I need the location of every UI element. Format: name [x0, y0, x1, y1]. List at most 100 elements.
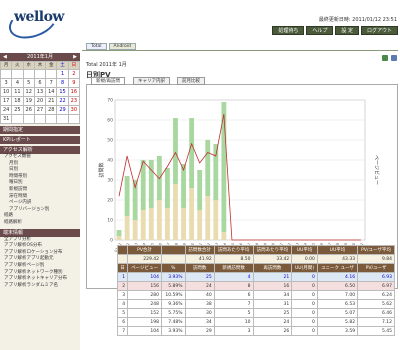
calendar-day[interactable]: 21: [45, 96, 58, 106]
sidebar-item[interactable]: アプリ解析OS分布: [0, 243, 80, 250]
table-cell: 0: [291, 299, 318, 309]
table-row: 5 152 5.75% 30 5 25 0 5.07 6.46: [116, 308, 395, 318]
sidebar-item[interactable]: 新規訪問: [0, 187, 80, 194]
calendar-day[interactable]: 27: [33, 105, 47, 115]
table-cell: 新規訪問数: [213, 263, 254, 273]
calendar-day[interactable]: 4: [11, 78, 24, 88]
sidebar-item[interactable]: 経路: [0, 213, 80, 220]
calendar-day[interactable]: 10: [0, 87, 13, 97]
logout-button[interactable]: ログアウト: [360, 26, 398, 35]
table-row: 2 156 5.89% 24 8 16 0 6.50 6.97: [116, 281, 395, 291]
calendar-day[interactable]: 14: [45, 87, 58, 97]
calendar-day[interactable]: 26: [22, 105, 35, 115]
sidebar-item[interactable]: アプリ解析アプリ起動元: [0, 256, 80, 263]
table-cell: PV合計: [127, 245, 162, 255]
y-tick-label: 30: [107, 178, 113, 184]
calendar-day[interactable]: 18: [11, 96, 24, 106]
chart-tab-prev-month[interactable]: 前月比較: [177, 77, 205, 85]
settings-button[interactable]: 設 定: [335, 26, 359, 35]
calendar-dow: 火: [11, 61, 24, 70]
calendar-day[interactable]: 15: [56, 87, 69, 97]
table-cell: 30: [184, 308, 215, 318]
pending-button[interactable]: 処理待ち: [272, 26, 305, 35]
table-cell: 156: [127, 281, 162, 291]
sidebar-section-title[interactable]: アクセス解析: [0, 146, 80, 154]
calendar-day[interactable]: 24: [0, 105, 13, 115]
sidebar-item[interactable]: アプリ解析ページ別: [0, 263, 80, 270]
sidebar-item[interactable]: 曜日別: [0, 180, 80, 187]
table-cell: 5: [116, 308, 129, 318]
tab-android[interactable]: Android: [108, 43, 136, 50]
sidebar-item[interactable]: アプリ解析ランダムミア名: [0, 283, 80, 290]
table-cell: 40: [184, 290, 215, 300]
table-cell: PV/ユーザ: [357, 263, 395, 273]
table-cell: 280: [127, 290, 162, 300]
calendar-day[interactable]: 23: [67, 96, 81, 106]
table-cell: 6: [213, 290, 254, 300]
bar-returning: [116, 236, 122, 240]
table-cell: 1: [116, 272, 129, 282]
calendar-day[interactable]: 28: [45, 105, 58, 115]
calendar-dow: 日: [67, 61, 81, 70]
calendar-day[interactable]: 17: [0, 96, 13, 106]
calendar-day[interactable]: 6: [33, 78, 47, 88]
table-cell: 7: [213, 299, 254, 309]
next-month-icon[interactable]: ▶: [73, 54, 77, 60]
calendar-day[interactable]: 11: [11, 87, 24, 97]
table-cell: 248: [127, 299, 162, 309]
stats-table: PV合計 訪問数合計 訪問あたり平均 訪問あたり平均 UU平均 UU平均 PV/ユーザ平均 2…: [116, 245, 395, 336]
calendar-day[interactable]: 2: [67, 69, 81, 79]
sidebar-item[interactable]: アクセス数値: [0, 154, 80, 161]
table-cell: 0: [291, 272, 318, 282]
chart-tab-carrier[interactable]: キャリア内訳: [133, 77, 170, 85]
sidebar-item[interactable]: 経路解析: [0, 220, 80, 227]
table-cell: [116, 245, 129, 255]
calendar-day: [56, 114, 69, 124]
calendar-day[interactable]: 29: [56, 105, 69, 115]
calendar-day[interactable]: 31: [0, 114, 13, 124]
calendar-day[interactable]: 19: [22, 96, 35, 106]
calendar-day: [0, 69, 13, 79]
table-cell: 21: [252, 272, 293, 282]
bar-returning: [140, 210, 146, 240]
calendar-day[interactable]: 12: [22, 87, 35, 97]
table-row: 4 248 9.36% 38 7 31 0 6.53 5.62: [116, 299, 395, 309]
bar-new: [197, 170, 203, 210]
tab-total[interactable]: Total: [86, 43, 107, 50]
prev-month-icon[interactable]: ◀: [3, 54, 7, 60]
csv-download-icon[interactable]: [382, 55, 388, 61]
help-button[interactable]: ヘルプ: [306, 26, 334, 35]
calendar-day[interactable]: 9: [67, 78, 81, 88]
table-row: 7 104 3.93% 29 3 26 0 3.59 5.45: [116, 326, 395, 336]
sidebar-section-title[interactable]: KPIレポート: [0, 136, 80, 144]
calendar-day[interactable]: 8: [56, 78, 69, 88]
calendar-day: [45, 69, 58, 79]
table-cell: 26: [252, 326, 293, 336]
bar-returning: [221, 232, 227, 240]
sidebar-section-title[interactable]: 端末情報: [0, 228, 80, 237]
print-icon[interactable]: [391, 55, 397, 61]
calendar-day[interactable]: 22: [56, 96, 69, 106]
calendar-day[interactable]: 25: [11, 105, 24, 115]
calendar-day[interactable]: 20: [33, 96, 47, 106]
calendar-day[interactable]: 13: [33, 87, 47, 97]
calendar-day[interactable]: 7: [45, 78, 58, 88]
calendar-day[interactable]: 16: [67, 87, 81, 97]
last-updated: 最終更新日時: 2011/01/12 23:51: [318, 17, 397, 23]
bar-new: [124, 176, 130, 216]
sidebar-section-title[interactable]: 期間指定: [0, 126, 80, 134]
table-cell: 5.89%: [160, 281, 186, 291]
calendar-day[interactable]: 5: [22, 78, 35, 88]
table-cell: 7.00: [316, 290, 359, 300]
sidebar-item[interactable]: アプリ解析ネットキャリア分布: [0, 276, 80, 283]
sidebar-item[interactable]: 日別: [0, 167, 80, 174]
table-cell: 229.42: [127, 254, 162, 264]
calendar-title: 2011年1月: [27, 54, 53, 60]
calendar-day[interactable]: 1: [56, 69, 69, 79]
chart-tab-new-returning[interactable]: 新規/再訪問: [91, 77, 126, 85]
calendar-day[interactable]: 30: [67, 105, 81, 115]
logo[interactable]: wellow: [4, 0, 65, 45]
calendar-day[interactable]: 3: [0, 78, 13, 88]
calendar-day: [22, 114, 35, 124]
sidebar-item[interactable]: ページ内訳: [0, 200, 80, 207]
